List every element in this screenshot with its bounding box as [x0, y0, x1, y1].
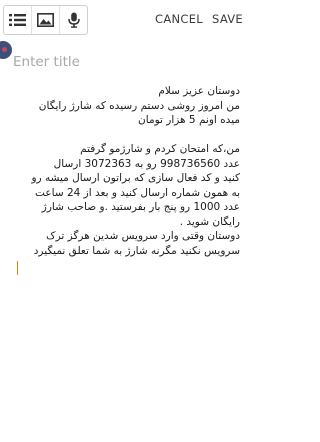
insert-tools-group — [3, 5, 88, 35]
note-line: من امروز روشی دستم رسیده که شارژ رایگان — [38, 99, 240, 112]
note-body-editor[interactable]: دوستان عزیز سلام من امروز روشی دستم رسیده… — [12, 84, 240, 258]
image-icon — [37, 13, 54, 27]
list-button[interactable] — [4, 6, 32, 34]
save-button[interactable]: SAVE — [212, 12, 243, 26]
note-line: عدد 998736560 رو به 3072363 ارسال — [53, 157, 240, 170]
note-line: کنید و کد فعال سازی که براتون ارسال میشه… — [31, 172, 240, 184]
list-icon — [9, 14, 26, 26]
note-line: میده اونم 5 هزار تومان — [138, 114, 240, 126]
voice-input-button[interactable] — [60, 6, 87, 34]
insert-image-button[interactable] — [32, 6, 60, 34]
title-input[interactable] — [13, 52, 238, 72]
note-line: رایگان شوید . — [179, 215, 240, 228]
note-line: دوستان وقتی وارد سرویس شدین هرگز ترک — [46, 230, 240, 242]
note-line: دوستان عزیز سلام — [158, 85, 240, 97]
drag-handle[interactable] — [0, 41, 12, 59]
note-line: به همون شماره ارسال کنید و بعد از 24 ساع… — [35, 186, 240, 199]
text-cursor — [17, 261, 18, 275]
note-line: سرویس نکنید مگرنه شارژ به شما تعلق نمیگی… — [33, 244, 240, 257]
microphone-icon — [67, 12, 80, 28]
note-line: من،که امتحان کردم و شارژمو گرفتم — [80, 143, 240, 155]
cancel-button[interactable]: CANCEL — [155, 12, 203, 26]
editor-toolbar: CANCEL SAVE — [0, 0, 250, 38]
note-line: عدد 1000 رو پنج بار بفرستید .و صاحب شارژ — [41, 201, 240, 213]
